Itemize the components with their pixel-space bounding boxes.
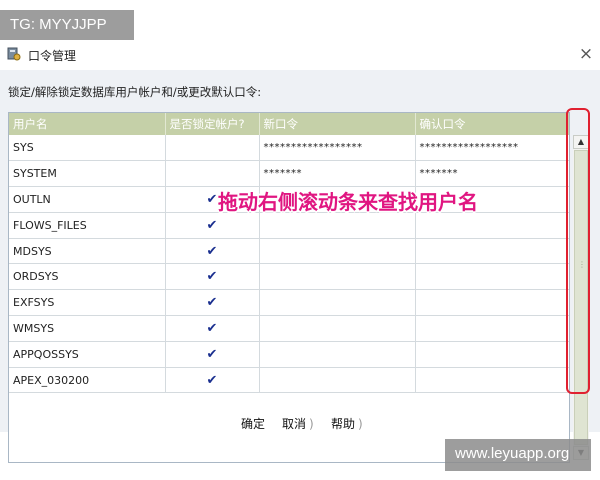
- table-row[interactable]: SYS ****************** ******************: [9, 135, 569, 162]
- lock-checkbox[interactable]: ✔: [165, 341, 260, 368]
- confirm-password-input[interactable]: [415, 238, 569, 265]
- watermark-top: TG: MYYJJPP: [0, 10, 134, 40]
- col-header-confirm-password[interactable]: 确认口令: [415, 113, 569, 135]
- username-cell: APPQOSSYS: [9, 341, 166, 368]
- user-table: 用户名 是否锁定帐户? 新口令 确认口令 SYS ****************…: [8, 112, 570, 463]
- confirm-password-input[interactable]: ******************: [415, 135, 569, 162]
- confirm-password-input[interactable]: [415, 341, 569, 368]
- cancel-button[interactable]: 取消): [282, 415, 314, 432]
- table-row[interactable]: MDSYS ✔: [9, 238, 569, 265]
- close-button[interactable]: ×: [576, 43, 596, 65]
- username-cell: MDSYS: [9, 238, 166, 265]
- checkmark-icon: ✔: [206, 269, 218, 285]
- confirm-password-input[interactable]: [415, 289, 569, 317]
- username-cell: FLOWS_FILES: [9, 212, 166, 239]
- bracket: ): [358, 417, 363, 431]
- confirm-password-input[interactable]: *******: [415, 160, 569, 188]
- checkmark-icon: ✔: [206, 217, 218, 233]
- instruction-text: 锁定/解除锁定数据库用户帐户和/或更改默认口令:: [8, 85, 262, 99]
- checkmark-icon: ✔: [206, 320, 218, 336]
- table-header-row: 用户名 是否锁定帐户? 新口令 确认口令: [9, 113, 569, 135]
- dialog-buttons: 确定 取消) 帮助): [0, 412, 600, 434]
- username-cell: APEX_030200: [9, 367, 166, 394]
- new-password-input[interactable]: [259, 289, 416, 317]
- table-row[interactable]: ORDSYS ✔: [9, 263, 569, 291]
- username-cell: SYSTEM: [9, 160, 166, 188]
- cancel-label: 取消: [282, 417, 307, 431]
- new-password-input[interactable]: [259, 341, 416, 368]
- table-row[interactable]: WMSYS ✔: [9, 315, 569, 342]
- watermark-bottom: www.leyuapp.org: [445, 439, 591, 471]
- checkmark-icon: ✔: [206, 191, 218, 207]
- lock-checkbox[interactable]: [165, 135, 260, 162]
- lock-checkbox[interactable]: ✔: [165, 315, 260, 342]
- col-header-locked[interactable]: 是否锁定帐户?: [165, 113, 260, 135]
- new-password-input[interactable]: [259, 263, 416, 291]
- col-header-new-password[interactable]: 新口令: [259, 113, 416, 135]
- col-header-username[interactable]: 用户名: [9, 113, 166, 135]
- username-cell: EXFSYS: [9, 289, 166, 317]
- lock-checkbox[interactable]: ✔: [165, 263, 260, 291]
- lock-checkbox[interactable]: ✔: [165, 289, 260, 317]
- new-password-input[interactable]: ******************: [259, 135, 416, 162]
- new-password-input[interactable]: [259, 315, 416, 342]
- username-cell: WMSYS: [9, 315, 166, 342]
- help-button[interactable]: 帮助): [331, 415, 363, 432]
- table-row[interactable]: SYSTEM ******* *******: [9, 160, 569, 188]
- checkmark-icon: ✔: [206, 372, 218, 388]
- annotation-text: 拖动右侧滚动条来查找用户名: [218, 190, 478, 214]
- window-title: 口令管理: [28, 49, 77, 63]
- lock-checkbox[interactable]: ✔: [165, 238, 260, 265]
- ok-button[interactable]: 确定: [241, 415, 265, 432]
- checkmark-icon: ✔: [206, 243, 218, 259]
- ok-label: 确定: [241, 417, 266, 431]
- new-password-input[interactable]: [259, 238, 416, 265]
- table-row[interactable]: EXFSYS ✔: [9, 289, 569, 317]
- lock-checkbox[interactable]: [165, 160, 260, 188]
- checkmark-icon: ✔: [206, 295, 218, 311]
- confirm-password-input[interactable]: [415, 263, 569, 291]
- password-dialog: 锁定/解除锁定数据库用户帐户和/或更改默认口令: 用户名 是否锁定帐户? 新口令…: [0, 70, 600, 463]
- username-cell: OUTLN: [9, 186, 166, 213]
- title-bar: 口令管理 ×: [0, 40, 600, 70]
- scrollbar-highlight: [566, 108, 590, 394]
- key-lock-icon: [7, 47, 21, 61]
- new-password-input[interactable]: [259, 367, 416, 394]
- new-password-input[interactable]: *******: [259, 160, 416, 188]
- username-cell: ORDSYS: [9, 263, 166, 291]
- username-cell: SYS: [9, 135, 166, 162]
- checkmark-icon: ✔: [206, 346, 218, 362]
- confirm-password-input[interactable]: [415, 315, 569, 342]
- help-label: 帮助: [331, 417, 356, 431]
- table-row[interactable]: APPQOSSYS ✔: [9, 341, 569, 368]
- lock-checkbox[interactable]: ✔: [165, 367, 260, 394]
- confirm-password-input[interactable]: [415, 367, 569, 394]
- bracket: ): [309, 417, 314, 431]
- table-row[interactable]: APEX_030200 ✔: [9, 367, 569, 394]
